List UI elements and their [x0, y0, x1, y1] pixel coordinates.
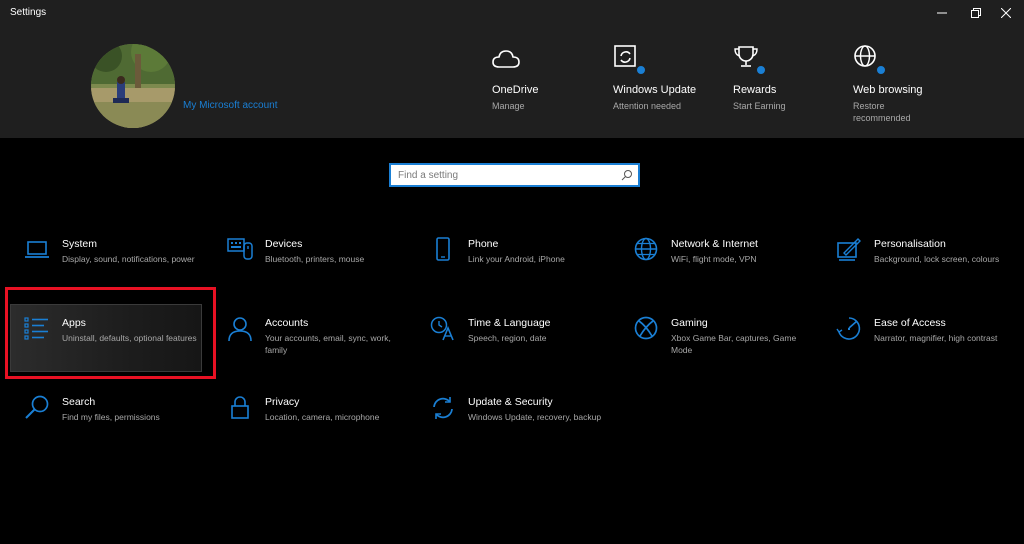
- header-item-sub: Restore recommended: [853, 101, 911, 123]
- apps-list-icon: [24, 316, 50, 342]
- tile-title: Personalisation: [874, 238, 946, 250]
- tile-title: Search: [62, 396, 96, 408]
- tile-apps[interactable]: Apps Uninstall, defaults, optional featu…: [10, 304, 202, 386]
- tile-title: Gaming: [671, 317, 708, 329]
- tile-devices[interactable]: Devices Bluetooth, printers, mouse: [217, 237, 403, 307]
- minimize-button[interactable]: [924, 0, 960, 26]
- tile-subtitle: Bluetooth, printers, mouse: [265, 254, 365, 264]
- window-title: Settings: [10, 7, 47, 18]
- close-icon: [1001, 8, 1011, 18]
- tile-title: Devices: [265, 238, 303, 250]
- header-item-sub: Start Earning: [733, 101, 786, 111]
- tile-title: Accounts: [265, 317, 309, 329]
- tile-title: Ease of Access: [874, 317, 946, 329]
- header-item-onedrive[interactable]: OneDrive Manage: [492, 44, 612, 112]
- header-item-sub: Manage: [492, 101, 525, 111]
- restore-icon: [971, 8, 981, 18]
- keyboard-icon: [227, 237, 253, 263]
- time-language-icon: [430, 316, 456, 342]
- tile-subtitle: Link your Android, iPhone: [468, 254, 565, 264]
- my-microsoft-account-link[interactable]: My Microsoft account: [183, 100, 277, 111]
- close-button[interactable]: [988, 0, 1024, 26]
- tile-subtitle: Your accounts, email, sync, work, family: [265, 333, 391, 355]
- cloud-icon: [492, 44, 522, 74]
- refresh-icon: [430, 395, 456, 421]
- search-icon: [24, 395, 50, 421]
- update-icon: [613, 44, 647, 76]
- tile-title: Privacy: [265, 396, 300, 408]
- phone-icon: [430, 237, 456, 263]
- tile-title: System: [62, 238, 98, 250]
- tile-update-security[interactable]: Update & Security Windows Update, recove…: [420, 395, 606, 465]
- tile-title: Phone: [468, 238, 499, 250]
- tile-personalisation[interactable]: Personalisation Background, lock screen,…: [826, 237, 1012, 307]
- tile-title: Update & Security: [468, 396, 553, 408]
- tile-privacy[interactable]: Privacy Location, camera, microphone: [217, 395, 403, 465]
- tile-subtitle: Speech, region, date: [468, 333, 547, 343]
- tile-subtitle: Find my files, permissions: [62, 412, 160, 422]
- header-item-title: OneDrive: [492, 84, 539, 96]
- paint-icon: [836, 237, 862, 263]
- ease-of-access-icon: [836, 316, 862, 342]
- header-item-sub: Attention needed: [613, 101, 682, 111]
- tile-subtitle: Background, lock screen, colours: [874, 254, 1000, 264]
- header-item-title: Windows Update: [613, 84, 697, 96]
- tile-subtitle: Windows Update, recovery, backup: [468, 412, 602, 422]
- tile-subtitle: Display, sound, notifications, power: [62, 254, 195, 264]
- header-item-windows-update[interactable]: Windows Update Attention needed: [613, 44, 733, 112]
- tile-subtitle: Xbox Game Bar, captures, Game Mode: [671, 333, 797, 355]
- notification-dot: [875, 64, 887, 76]
- tile-gaming[interactable]: Gaming Xbox Game Bar, captures, Game Mod…: [623, 316, 809, 386]
- tile-title: Network & Internet: [671, 238, 758, 250]
- header-item-web-browsing[interactable]: Web browsing Restore recommended: [853, 44, 973, 124]
- header-banner: My Microsoft account OneDrive Manage Win…: [0, 26, 1024, 138]
- notification-dot: [755, 64, 767, 76]
- tile-title: Apps: [62, 317, 86, 329]
- globe-icon: [633, 237, 659, 263]
- tile-accounts[interactable]: Accounts Your accounts, email, sync, wor…: [217, 316, 403, 386]
- header-item-title: Rewards: [733, 84, 777, 96]
- header-item-title: Web browsing: [853, 84, 923, 96]
- notification-dot: [635, 64, 647, 76]
- title-bar: Settings: [0, 0, 1024, 26]
- xbox-icon: [633, 316, 659, 342]
- tile-subtitle: WiFi, flight mode, VPN: [671, 254, 757, 264]
- globe-icon: [853, 44, 887, 76]
- header-item-rewards[interactable]: Rewards Start Earning: [733, 44, 853, 112]
- tile-time-language[interactable]: Time & Language Speech, region, date: [420, 316, 606, 386]
- minimize-icon: [937, 12, 947, 14]
- tile-subtitle: Location, camera, microphone: [265, 412, 380, 422]
- tile-system[interactable]: System Display, sound, notifications, po…: [14, 237, 200, 307]
- tile-subtitle: Narrator, magnifier, high contrast: [874, 333, 998, 343]
- search-icon: [621, 170, 632, 181]
- tile-search[interactable]: Search Find my files, permissions: [14, 395, 200, 465]
- search-input[interactable]: Find a setting: [389, 163, 640, 187]
- tile-phone[interactable]: Phone Link your Android, iPhone: [420, 237, 606, 307]
- tile-subtitle: Uninstall, defaults, optional features: [62, 333, 197, 343]
- person-icon: [227, 316, 253, 342]
- avatar[interactable]: [91, 44, 175, 128]
- laptop-icon: [24, 237, 50, 263]
- tile-title: Time & Language: [468, 317, 551, 329]
- tile-ease-of-access[interactable]: Ease of Access Narrator, magnifier, high…: [826, 316, 1012, 386]
- tile-network-internet[interactable]: Network & Internet WiFi, flight mode, VP…: [623, 237, 809, 307]
- lock-icon: [227, 395, 253, 421]
- search-placeholder: Find a setting: [398, 170, 459, 181]
- trophy-icon: [733, 44, 767, 76]
